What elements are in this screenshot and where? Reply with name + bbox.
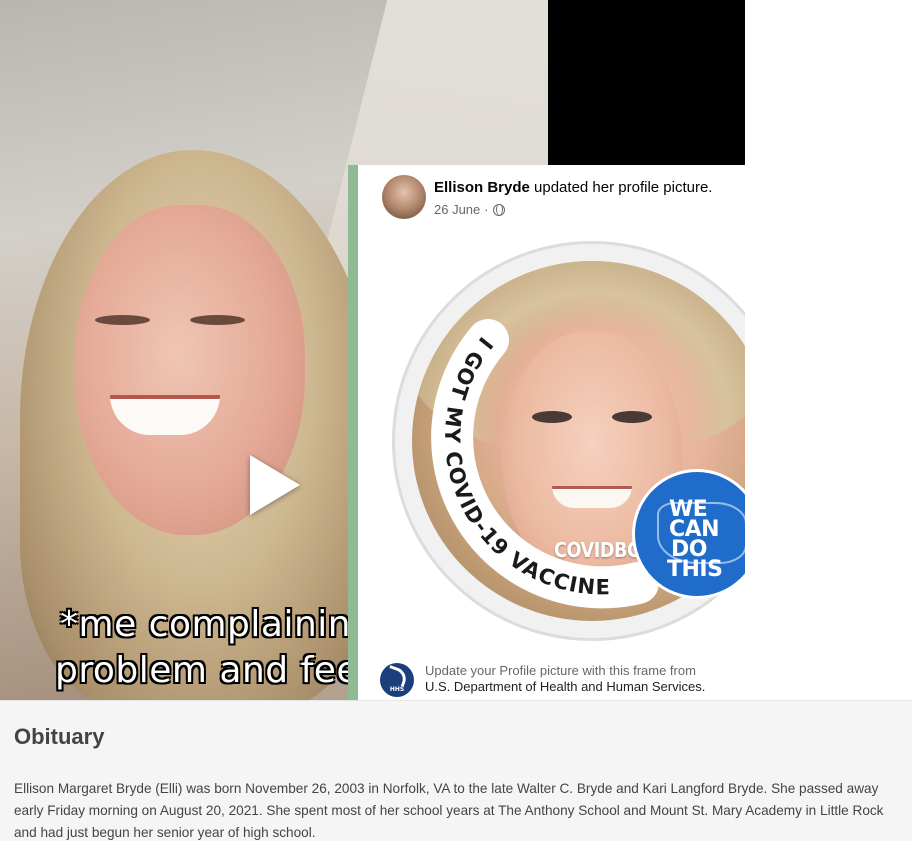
play-icon[interactable]	[250, 455, 300, 515]
author-name[interactable]: Ellison Bryde	[434, 179, 530, 196]
post-meta: 26 June ·	[434, 202, 505, 217]
obituary-heading: Obituary	[14, 724, 105, 749]
image-collage: *me complaining problem and feeli Elliso…	[0, 0, 912, 700]
globe-icon	[492, 203, 505, 216]
meta-separator: ·	[484, 202, 489, 217]
obituary-section: Obituary Ellison Margaret Bryde (Elli) w…	[0, 700, 912, 841]
attribution-line-2: U.S. Department of Health and Human Serv…	[425, 679, 706, 694]
badge-line-4: THIS	[667, 557, 723, 582]
hhs-label: HHS	[389, 686, 405, 693]
caption-line-2: problem and feeli	[55, 650, 381, 691]
post-date[interactable]: 26 June	[434, 202, 480, 217]
post-title: Ellison Bryde updated her profile pictur…	[434, 179, 712, 196]
attribution-line-1: Update your Profile picture with this fr…	[425, 663, 696, 678]
eagle-icon	[384, 665, 410, 687]
caption-line-1: *me complaining	[60, 604, 375, 645]
person-eye-right	[190, 315, 245, 325]
hhs-logo-icon: HHS	[380, 663, 414, 697]
person-eye-left	[95, 315, 150, 325]
avatar[interactable]	[382, 175, 426, 219]
black-background	[548, 0, 745, 165]
facebook-post-card: Ellison Bryde updated her profile pictur…	[348, 165, 745, 700]
frame-attribution[interactable]: HHS Update your Profile picture with thi…	[370, 661, 745, 697]
obituary-body: Ellison Margaret Bryde (Elli) was born N…	[14, 781, 884, 840]
profile-picture-frame[interactable]: I GOT MY COVID-19 VACCINE COVIDBC.ME WE …	[380, 235, 745, 641]
post-action: updated her profile picture.	[529, 179, 713, 196]
post-header: Ellison Bryde updated her profile pictur…	[370, 173, 745, 221]
